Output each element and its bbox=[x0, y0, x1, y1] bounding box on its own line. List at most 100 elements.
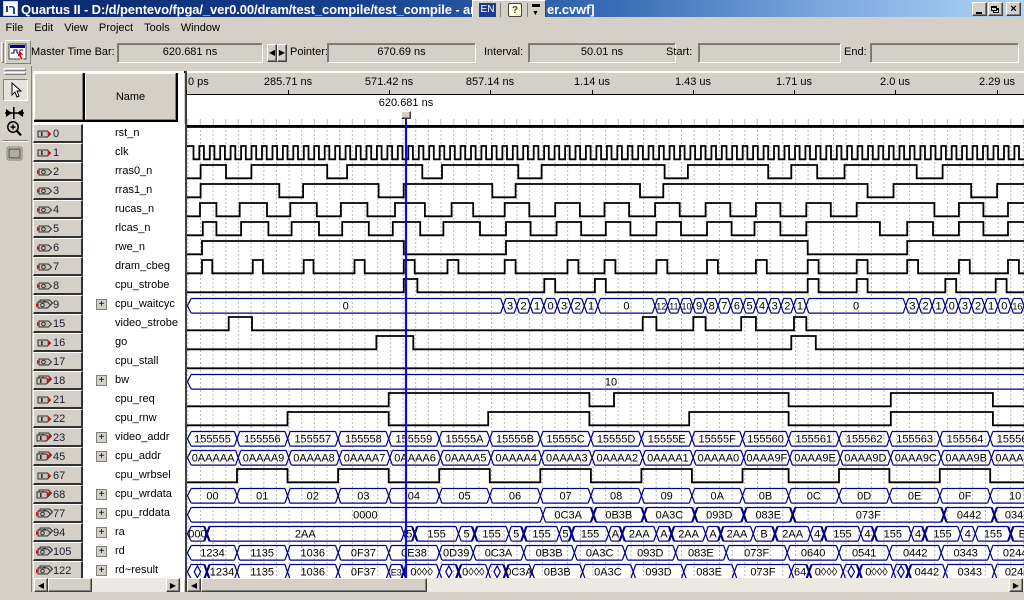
svg-text:08: 08 bbox=[610, 491, 622, 503]
svg-text:0AAAA0: 0AAAA0 bbox=[698, 453, 740, 465]
svg-text:155563: 155563 bbox=[896, 434, 933, 446]
svg-text:12: 12 bbox=[656, 302, 666, 312]
svg-text:05: 05 bbox=[458, 491, 470, 503]
svg-text:2AA: 2AA bbox=[782, 529, 803, 541]
svg-text:0: 0 bbox=[343, 301, 349, 313]
svg-text:8: 8 bbox=[709, 301, 715, 313]
svg-text:0AAAA3: 0AAAA3 bbox=[546, 453, 588, 465]
svg-text:0◊◊◊: 0◊◊◊ bbox=[815, 567, 838, 578]
svg-text:0AAAA5: 0AAAA5 bbox=[445, 453, 487, 465]
svg-text:155565: 155565 bbox=[997, 434, 1024, 446]
svg-text:A: A bbox=[660, 529, 668, 541]
svg-text:1135: 1135 bbox=[250, 548, 274, 560]
svg-text:155: 155 bbox=[933, 529, 951, 541]
svg-text:1135: 1135 bbox=[250, 567, 274, 578]
svg-text:0244: 0244 bbox=[1005, 567, 1024, 578]
svg-text:10: 10 bbox=[681, 302, 691, 312]
svg-text:0AAA9F: 0AAA9F bbox=[746, 453, 787, 465]
svg-text:155556: 155556 bbox=[244, 434, 281, 446]
svg-text:0D: 0D bbox=[857, 491, 871, 503]
svg-text:3: 3 bbox=[962, 301, 968, 313]
svg-text:0442: 0442 bbox=[903, 548, 927, 560]
svg-text:0◊◊◊: 0◊◊◊ bbox=[410, 567, 433, 578]
svg-text:0AAAA7: 0AAAA7 bbox=[344, 453, 386, 465]
svg-text:0: 0 bbox=[548, 301, 554, 313]
svg-text:1234: 1234 bbox=[210, 567, 234, 578]
svg-text:0C3A: 0C3A bbox=[485, 548, 513, 560]
svg-text:4: 4 bbox=[865, 529, 871, 541]
svg-text:15555E: 15555E bbox=[648, 434, 686, 446]
svg-text:2: 2 bbox=[521, 301, 527, 313]
svg-text:15555F: 15555F bbox=[699, 434, 737, 446]
svg-text:15555C: 15555C bbox=[546, 434, 585, 446]
svg-text:155555: 155555 bbox=[194, 434, 231, 446]
svg-text:2AA: 2AA bbox=[295, 529, 316, 541]
svg-text:4: 4 bbox=[814, 529, 820, 541]
svg-text:155560: 155560 bbox=[747, 434, 784, 446]
svg-text:5: 5 bbox=[464, 529, 470, 541]
svg-text:0: 0 bbox=[949, 301, 955, 313]
svg-text:09: 09 bbox=[661, 491, 673, 503]
svg-text:5: 5 bbox=[562, 529, 568, 541]
svg-text:B: B bbox=[760, 529, 767, 541]
svg-text:2AA: 2AA bbox=[678, 529, 699, 541]
svg-text:155: 155 bbox=[427, 529, 445, 541]
svg-text:155: 155 bbox=[833, 529, 851, 541]
svg-text:1036: 1036 bbox=[301, 567, 325, 578]
svg-text:00: 00 bbox=[206, 491, 218, 503]
svg-text:5: 5 bbox=[746, 301, 752, 313]
svg-text:155562: 155562 bbox=[846, 434, 883, 446]
svg-text:0343: 0343 bbox=[958, 567, 982, 578]
svg-text:6: 6 bbox=[734, 301, 740, 313]
svg-text:7: 7 bbox=[721, 301, 727, 313]
svg-text:0C: 0C bbox=[807, 491, 821, 503]
svg-text:0AAA9C: 0AAA9C bbox=[895, 453, 937, 465]
svg-text:0AAA9B: 0AAA9B bbox=[945, 453, 987, 465]
svg-text:093D: 093D bbox=[645, 567, 671, 578]
svg-text:2: 2 bbox=[975, 301, 981, 313]
svg-text:0AAA9E: 0AAA9E bbox=[794, 453, 836, 465]
svg-text:083E: 083E bbox=[688, 548, 714, 560]
svg-text:0343: 0343 bbox=[1005, 510, 1024, 522]
svg-text:1036: 1036 bbox=[301, 548, 325, 560]
svg-text:16: 16 bbox=[1012, 302, 1022, 312]
svg-text:0AAAA2: 0AAAA2 bbox=[597, 453, 639, 465]
svg-text:155: 155 bbox=[984, 529, 1002, 541]
svg-text:0F: 0F bbox=[959, 491, 972, 503]
svg-text:E3: E3 bbox=[391, 568, 402, 578]
svg-text:0F37: 0F37 bbox=[351, 548, 376, 560]
svg-text:10: 10 bbox=[605, 377, 617, 389]
svg-text:15555A: 15555A bbox=[446, 434, 485, 446]
svg-text:02: 02 bbox=[307, 491, 319, 503]
svg-text:0AAAA4: 0AAAA4 bbox=[495, 453, 537, 465]
svg-text:0AAAA9: 0AAAA9 bbox=[243, 453, 285, 465]
svg-text:073F: 073F bbox=[744, 548, 769, 560]
svg-text:2AA: 2AA bbox=[727, 529, 748, 541]
svg-text:0AAAAA: 0AAAAA bbox=[192, 453, 235, 465]
svg-text:1: 1 bbox=[936, 301, 942, 313]
svg-text:3: 3 bbox=[561, 301, 567, 313]
svg-text:0B3B: 0B3B bbox=[544, 567, 571, 578]
svg-text:0A3C: 0A3C bbox=[656, 510, 684, 522]
svg-text:0244: 0244 bbox=[1003, 548, 1024, 560]
svg-text:3: 3 bbox=[772, 301, 778, 313]
svg-text:4: 4 bbox=[759, 301, 765, 313]
svg-text:1: 1 bbox=[534, 301, 540, 313]
svg-text:0000: 0000 bbox=[353, 510, 377, 522]
svg-text:15555D: 15555D bbox=[597, 434, 636, 446]
svg-text:073F: 073F bbox=[856, 510, 881, 522]
svg-text:073F: 073F bbox=[750, 567, 775, 578]
svg-text:04: 04 bbox=[408, 491, 420, 503]
svg-text:155561: 155561 bbox=[795, 434, 832, 446]
svg-text:2: 2 bbox=[784, 301, 790, 313]
svg-text:06: 06 bbox=[509, 491, 521, 503]
svg-text:11: 11 bbox=[669, 302, 678, 312]
svg-text:093D: 093D bbox=[637, 548, 663, 560]
svg-text:0442: 0442 bbox=[957, 510, 981, 522]
svg-text:0: 0 bbox=[623, 301, 629, 313]
svg-text:0: 0 bbox=[853, 301, 859, 313]
svg-text:03: 03 bbox=[357, 491, 369, 503]
svg-text:A: A bbox=[709, 529, 717, 541]
svg-text:0E: 0E bbox=[908, 491, 921, 503]
svg-text:2: 2 bbox=[575, 301, 581, 313]
